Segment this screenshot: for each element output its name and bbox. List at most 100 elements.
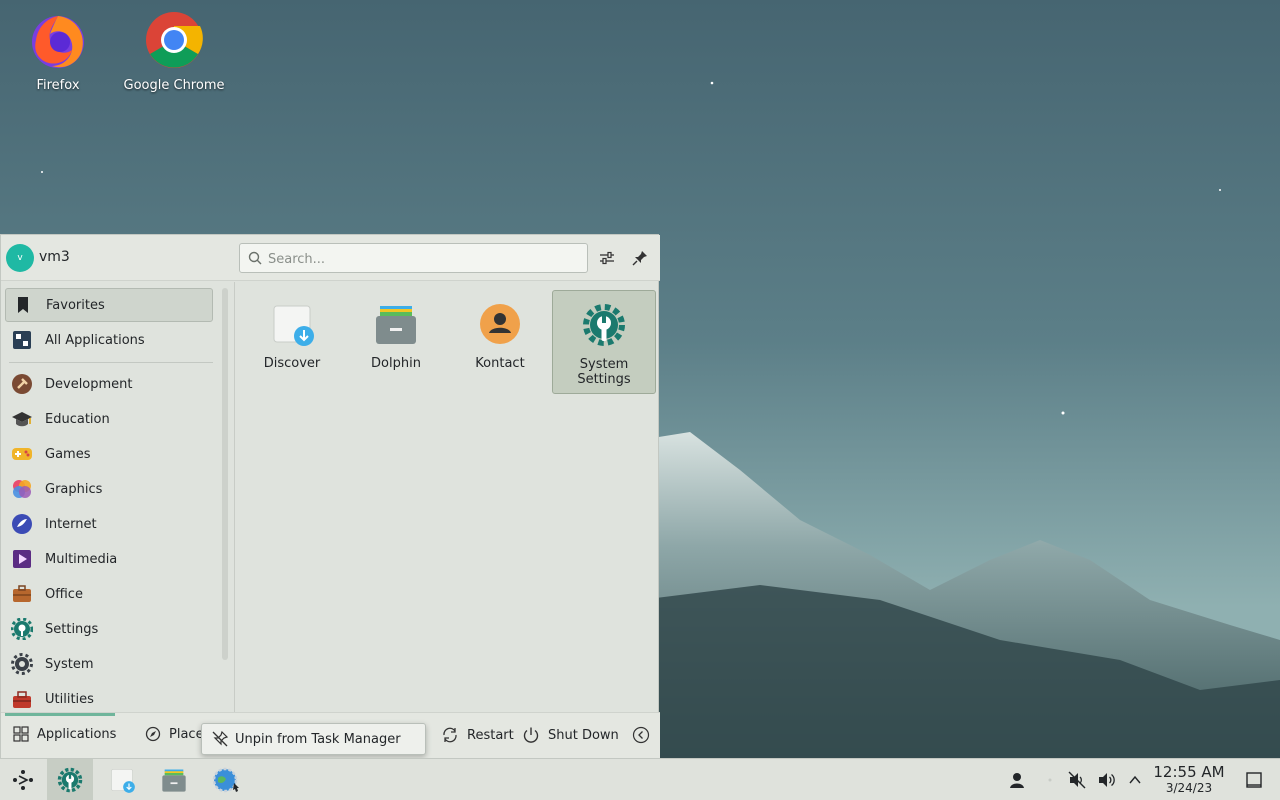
pin-icon [632,251,647,266]
launcher-icon [13,770,33,790]
toolbox-icon [13,691,31,708]
leave-options-button[interactable] [632,726,658,744]
category-favorites[interactable]: Favorites [5,288,213,322]
category-development[interactable]: Development [5,367,213,401]
discover-icon [273,305,314,346]
chrome-icon [146,12,203,68]
dolphin-icon [376,306,416,344]
clock-time: 12:55 AM [1153,763,1225,781]
task-dolphin[interactable] [151,759,197,800]
palette-icon [13,480,31,498]
category-label: Graphics [45,481,103,497]
system-settings-icon [57,767,83,793]
user-icon [1010,773,1024,788]
tab-label: Place [169,726,204,742]
system-gear-icon [11,653,33,675]
user-avatar[interactable]: v [6,244,34,272]
pin-button[interactable] [628,246,652,270]
category-label: Favorites [46,297,105,313]
context-menu-unpin[interactable]: Unpin from Task Manager [201,723,426,755]
favorite-label-line2: Settings [577,372,631,387]
globe-icon [12,514,32,534]
restart-button[interactable]: Restart [441,726,514,744]
system-settings-icon [583,304,625,346]
category-education[interactable]: Education [5,402,213,436]
hammer-icon [12,374,32,394]
favorite-label-line1: System [579,357,629,372]
active-tab-indicator [5,713,115,716]
notification-dot-icon [1048,778,1052,782]
chevron-left-icon [632,726,650,744]
category-label: Multimedia [45,551,118,567]
favorite-system-settings[interactable]: System Settings [552,290,656,394]
dolphin-icon [162,769,186,792]
category-label: Development [45,376,133,392]
category-settings[interactable]: Settings [5,612,213,646]
category-all-applications[interactable]: All Applications [5,323,213,357]
restart-label: Restart [467,727,514,743]
category-multimedia[interactable]: Multimedia [5,542,213,576]
category-office[interactable]: Office [5,577,213,611]
category-system[interactable]: System [5,647,213,681]
desktop-icon-google-chrome[interactable]: Google Chrome [119,0,229,93]
bookmark-icon [18,297,28,313]
task-discover[interactable] [99,759,145,800]
applications-grid-icon [13,726,29,742]
settings-gear-icon [11,618,33,640]
category-utilities[interactable]: Utilities [5,682,213,716]
category-label: All Applications [45,332,145,348]
favorite-discover[interactable]: Discover [240,290,344,394]
search-input[interactable] [268,249,578,269]
application-launcher-button[interactable] [0,759,46,800]
application-launcher: v vm3 Favorites [0,234,660,759]
desktop-icon-label: Google Chrome [123,78,225,93]
sidebar-scrollbar[interactable] [222,288,228,660]
task-browser[interactable] [203,759,249,800]
tab-applications[interactable]: Applications [13,726,116,742]
show-desktop-icon [1246,772,1262,788]
briefcase-icon [13,585,31,602]
desktop-icon-firefox[interactable]: Firefox [3,0,113,93]
task-system-settings[interactable] [47,759,93,800]
separator [9,362,213,363]
favorite-label: Dolphin [371,356,421,371]
favorite-kontact[interactable]: Kontact [448,290,552,394]
category-games[interactable]: Games [5,437,213,471]
show-desktop-button[interactable] [1231,759,1277,800]
power-icon [523,727,539,743]
compass-icon [145,726,161,742]
category-label: Utilities [45,691,94,707]
launcher-header: v vm3 [1,235,660,281]
configure-button[interactable] [595,246,619,270]
desktop-icon-label: Firefox [36,78,80,93]
category-label: Settings [45,621,99,637]
category-label: Internet [45,516,97,532]
favorite-label: Discover [263,356,321,371]
search-box[interactable] [239,243,588,273]
discover-icon [111,769,135,793]
sliders-icon [600,251,614,265]
shutdown-button[interactable]: Shut Down [522,726,619,744]
user-name: vm3 [39,249,70,265]
unpin-icon [212,730,229,747]
favorite-label: Kontact [475,356,525,371]
grid-icon [13,331,31,349]
tab-places[interactable]: Place [145,726,204,742]
digital-clock[interactable]: 12:55 AM 3/24/23 [1148,763,1230,796]
shutdown-label: Shut Down [548,727,619,743]
category-label: Education [45,411,110,427]
clock-date: 3/24/23 [1165,781,1213,795]
restart-icon [443,727,457,743]
tab-label: Applications [37,726,117,742]
firefox-icon [32,16,84,68]
category-label: System [45,656,94,672]
chevron-up-icon [1129,775,1141,784]
category-graphics[interactable]: Graphics [5,472,213,506]
web-browser-icon [212,767,239,793]
search-icon [248,251,262,265]
favorite-dolphin[interactable]: Dolphin [344,290,448,394]
gamepad-icon [12,448,32,460]
graduation-cap-icon [12,412,32,427]
category-sidebar: Favorites All Applications Development E… [1,282,219,712]
category-internet[interactable]: Internet [5,507,213,541]
